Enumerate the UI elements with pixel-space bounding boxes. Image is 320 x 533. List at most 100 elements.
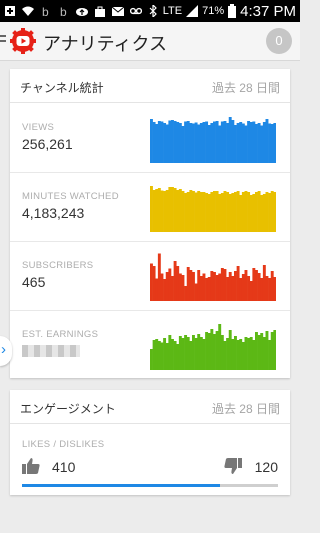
- metric-value: 4,183,243: [22, 205, 85, 221]
- sparkline-bar: [215, 191, 219, 232]
- sparkline-bar: [252, 194, 256, 232]
- sparkline-bar: [255, 270, 258, 301]
- sparkline-bar: [171, 276, 174, 301]
- sparkline-bar: [257, 123, 261, 163]
- sparkline-bar: [241, 123, 245, 163]
- sparkline-bar: [260, 278, 264, 301]
- sparkline-bar: [213, 334, 216, 370]
- sparkline-bar: [186, 121, 190, 163]
- sparkline-bar: [234, 192, 237, 232]
- status-bar: b b LTE 71% 4:37 PM: [0, 0, 300, 22]
- sparkline-bar: [210, 329, 214, 370]
- sparkline-bar: [186, 192, 190, 232]
- sparkline-bar: [260, 333, 264, 370]
- metric-minutes-watched[interactable]: MINUTES WATCHED 4,183,243: [10, 172, 290, 242]
- sparkline-bar: [184, 286, 188, 301]
- sparkline-bar: [218, 194, 222, 232]
- sparkline-bar: [210, 123, 214, 163]
- sparkline-bar: [199, 337, 203, 370]
- sparkline-bar: [184, 121, 188, 163]
- sparkline-bar: [186, 267, 190, 301]
- sparkline-bar: [241, 342, 245, 370]
- sparkline-bar: [273, 192, 276, 232]
- sparkline-bar: [255, 332, 258, 370]
- channel-stats-card[interactable]: チャンネル統計 過去 28 日間 VIEWS 256,261 MINUTES W…: [10, 69, 290, 378]
- sparkline-bar: [197, 191, 201, 232]
- sparkline-bar: [207, 194, 211, 232]
- sparkline-bar: [231, 276, 235, 301]
- like-ratio-fill: [22, 484, 221, 487]
- bluetooth-icon: [149, 5, 157, 17]
- sparkline-bar: [236, 123, 240, 163]
- card-header: エンゲージメント 過去 28 日間: [10, 390, 290, 424]
- sparkline-bar: [173, 188, 177, 232]
- sparkline-bar: [168, 268, 172, 301]
- battery-percent: 71%: [202, 5, 225, 17]
- sparkline-bar: [160, 121, 164, 163]
- card-title: エンゲージメント: [20, 402, 116, 416]
- sparkline-bar: [192, 272, 195, 301]
- sparkline-bar: [192, 191, 195, 232]
- sparkline-bar: [192, 335, 195, 370]
- sparkline-bar: [220, 335, 224, 370]
- sparkline-bar: [163, 123, 167, 163]
- sparkline-bar: [226, 192, 230, 232]
- metric-value: 256,261: [22, 136, 73, 152]
- sparkline-bar: [163, 191, 167, 232]
- bag-icon: [95, 6, 105, 17]
- metric-subscribers[interactable]: SUBSCRIBERS 465: [10, 241, 290, 311]
- sparkline-bar: [249, 281, 253, 301]
- period-label: 過去 28 日間: [211, 81, 280, 95]
- notification-count-badge[interactable]: 0: [266, 28, 292, 54]
- metric-views[interactable]: VIEWS 256,261: [10, 103, 290, 173]
- metric-value: 465: [22, 274, 46, 290]
- sparkline-bar: [239, 122, 243, 163]
- sparkline-bar: [255, 124, 258, 163]
- sparkline-bar: [171, 339, 174, 370]
- app-bar: アナリティクス 0: [0, 22, 300, 61]
- sparkline-bar: [197, 334, 201, 370]
- sparkline-bar: [252, 268, 256, 301]
- thumbs-up-icon: [22, 458, 40, 474]
- sparkline-bar: [262, 337, 266, 370]
- sparkline-bar: [189, 341, 193, 370]
- sparkline-bar: [239, 195, 243, 232]
- card-title: チャンネル統計: [20, 81, 104, 95]
- sparkline-bar: [184, 193, 188, 232]
- sparkline-bar: [176, 122, 180, 163]
- card-header: チャンネル統計 過去 28 日間: [10, 69, 290, 103]
- sparkline-bar: [181, 126, 185, 163]
- sparkline-bar: [181, 191, 185, 232]
- sparkline-bar: [207, 125, 211, 163]
- sparkline-bar: [257, 273, 261, 301]
- sparkline-bar: [165, 190, 169, 232]
- wifi-icon: [22, 6, 34, 16]
- sparkline-bar: [205, 193, 209, 232]
- sparkline-bar: [226, 277, 230, 301]
- sparkline-bar: [220, 268, 224, 301]
- sparkline-bar: [202, 273, 206, 301]
- b-icon: b: [42, 5, 49, 17]
- sparkline-bar: [194, 122, 198, 163]
- engagement-card[interactable]: エンゲージメント 過去 28 日間 LIKES / DISLIKES 410 1…: [10, 390, 290, 495]
- sparkline-bar: [273, 330, 276, 370]
- sparkline-bar: [213, 121, 216, 163]
- sparkline-bar: [210, 192, 214, 232]
- drawer-menu-icon[interactable]: [0, 35, 6, 47]
- sparkline-bar: [157, 188, 161, 232]
- metric-est-earnings[interactable]: EST. EARNINGS: [10, 310, 290, 379]
- dislikes-count: 120: [254, 459, 278, 475]
- sparkline-bar: [236, 340, 240, 370]
- sparkline-bar: [265, 192, 269, 232]
- sparkline-bar: [160, 190, 164, 232]
- sparkline-bar: [163, 279, 167, 301]
- sparkline-bar: [247, 276, 251, 301]
- sparkline-bar: [152, 340, 156, 370]
- sparkline-bar: [268, 278, 272, 301]
- chevron-right-icon: ›: [1, 341, 6, 358]
- metric-label: MINUTES WATCHED: [22, 191, 119, 202]
- gmail-icon: [112, 6, 124, 16]
- sparkline-bar: [197, 270, 201, 301]
- sparkline-bar: [176, 344, 180, 370]
- youtube-studio-gear-icon[interactable]: [10, 28, 36, 54]
